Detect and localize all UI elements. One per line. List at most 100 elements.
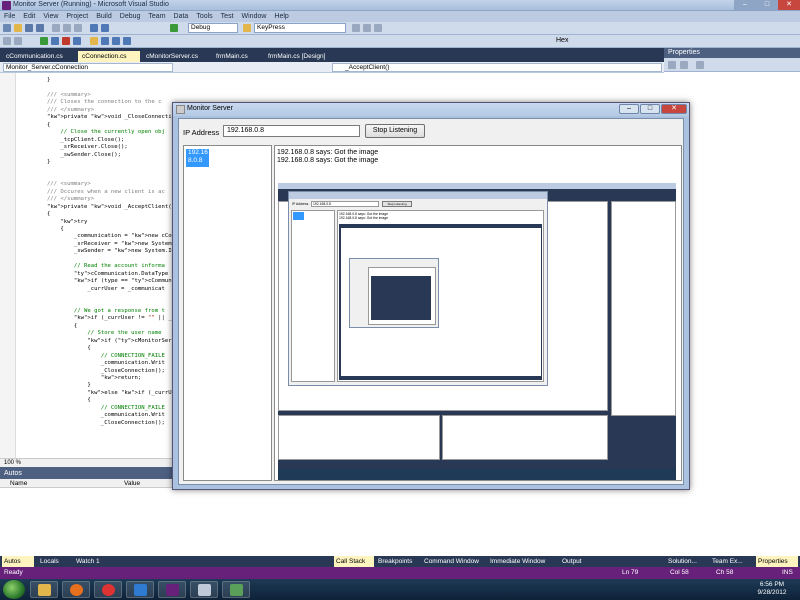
- ms-maximize-button[interactable]: □: [640, 104, 660, 114]
- properties-icon[interactable]: [374, 24, 382, 32]
- tab-autos[interactable]: Autos: [2, 556, 34, 567]
- menu-team[interactable]: Team: [144, 11, 169, 22]
- undo-icon[interactable]: [90, 24, 98, 32]
- taskbar-app-chrome[interactable]: [94, 581, 122, 598]
- client-list[interactable]: 192.16 8.0.8: [183, 145, 272, 481]
- nested-autos: [278, 415, 440, 460]
- nested-message: 192.168.0.8 says: Got the image: [339, 216, 389, 220]
- toolbar-icon-b[interactable]: [14, 37, 22, 45]
- alphabetical-icon[interactable]: [680, 61, 688, 69]
- menu-view[interactable]: View: [39, 11, 62, 22]
- nested-taskbar: [278, 469, 676, 480]
- save-all-icon[interactable]: [36, 24, 44, 32]
- autos-col-value[interactable]: Value: [124, 479, 140, 488]
- menu-data[interactable]: Data: [170, 11, 193, 22]
- tab-properties[interactable]: Properties: [756, 556, 798, 567]
- find-combo[interactable]: KeyPress: [254, 23, 346, 33]
- menu-test[interactable]: Test: [217, 11, 238, 22]
- stop-debugging-icon[interactable]: [62, 37, 70, 45]
- tab-cmonitorserver[interactable]: cMonitorServer.cs: [142, 51, 212, 62]
- tab-output[interactable]: Output: [560, 556, 592, 567]
- tab-ccommunication[interactable]: cCommunication.cs: [2, 51, 76, 62]
- ms-minimize-button[interactable]: –: [619, 104, 639, 114]
- menu-file[interactable]: File: [0, 11, 19, 22]
- taskbar-app-explorer[interactable]: [30, 581, 58, 598]
- code-line: _currUser = _communicat: [20, 285, 165, 292]
- code-line: "kw">try: [60, 218, 88, 225]
- taskbar-clock[interactable]: 6:56 PM 9/28/2012: [750, 581, 794, 597]
- ip-address-field[interactable]: 192.168.0.8: [223, 125, 360, 137]
- menu-debug[interactable]: Debug: [116, 11, 145, 22]
- stop-listening-button[interactable]: Stop Listening: [365, 124, 425, 138]
- type-combo[interactable]: Monitor_Server.cConnection: [3, 63, 173, 72]
- tab-immediate-window[interactable]: Immediate Window: [488, 556, 558, 567]
- restart-icon[interactable]: [73, 37, 81, 45]
- tool-window-tabs: Autos Locals Watch 1 Call Stack Breakpoi…: [0, 556, 800, 567]
- nested-client-item: [293, 212, 304, 220]
- find-in-files-icon[interactable]: [352, 24, 360, 32]
- menu-project[interactable]: Project: [62, 11, 92, 22]
- continue-icon[interactable]: [40, 37, 48, 45]
- member-combo[interactable]: _AcceptClient(): [332, 63, 662, 72]
- received-screenshot: IP Address 192.168.0.8 Stop Listening 19…: [278, 183, 676, 480]
- tab-call-stack[interactable]: Call Stack: [334, 556, 374, 567]
- tab-team-explorer[interactable]: Team Ex...: [710, 556, 754, 567]
- paste-icon[interactable]: [74, 24, 82, 32]
- client-list-item[interactable]: 192.16 8.0.8: [186, 149, 209, 167]
- code-line: "ty">cCommunication.DataType typ: [73, 270, 182, 277]
- close-button[interactable]: ✕: [778, 0, 800, 10]
- monitor-server-taskbar-icon: [198, 584, 211, 596]
- categorized-icon[interactable]: [668, 61, 676, 69]
- tab-command-window[interactable]: Command Window: [422, 556, 486, 567]
- cut-icon[interactable]: [52, 24, 60, 32]
- start-button[interactable]: [3, 580, 25, 599]
- taskbar-app-firefox[interactable]: [62, 581, 90, 598]
- tab-frmmain[interactable]: frmMain.cs: [212, 51, 262, 62]
- nested-monitor-window: IP Address 192.168.0.8 Stop Listening 19…: [288, 191, 548, 386]
- show-next-statement-icon[interactable]: [90, 37, 98, 45]
- taskbar-app-visual-studio[interactable]: [158, 581, 186, 598]
- message-line: 192.168.0.8 says: Got the image: [277, 157, 379, 164]
- taskbar-app-media[interactable]: [126, 581, 154, 598]
- menu-tools[interactable]: Tools: [192, 11, 216, 22]
- tab-solution-explorer[interactable]: Solution...: [666, 556, 708, 567]
- nested-ip-value: 192.168.0.8: [313, 202, 331, 206]
- hex-label[interactable]: Hex: [556, 37, 568, 44]
- maximize-button[interactable]: □: [756, 0, 778, 10]
- code-line: {: [20, 345, 91, 352]
- message-log[interactable]: 192.168.0.8 says: Got the image 192.168.…: [274, 145, 682, 481]
- save-icon[interactable]: [25, 24, 33, 32]
- toolbar-icon-a[interactable]: [3, 37, 11, 45]
- tab-watch-1[interactable]: Watch 1: [74, 556, 108, 567]
- open-folder-icon[interactable]: [14, 24, 22, 32]
- tab-breakpoints[interactable]: Breakpoints: [376, 556, 420, 567]
- menu-window[interactable]: Window: [238, 11, 271, 22]
- step-out-icon[interactable]: [123, 37, 131, 45]
- monitor-server-title-bar[interactable]: Monitor Server – □ ✕: [173, 103, 689, 116]
- new-project-icon[interactable]: [3, 24, 11, 32]
- tab-frmmain-design[interactable]: frmMain.cs [Design]: [264, 51, 336, 62]
- solution-explorer-icon[interactable]: [363, 24, 371, 32]
- solution-config-combo[interactable]: Debug: [188, 23, 238, 33]
- break-all-icon[interactable]: [51, 37, 59, 45]
- tab-locals[interactable]: Locals: [38, 556, 70, 567]
- property-pages-icon[interactable]: [696, 61, 704, 69]
- tab-cconnection[interactable]: cConnection.cs: [78, 51, 140, 62]
- redo-icon[interactable]: [101, 24, 109, 32]
- autos-col-name[interactable]: Name: [10, 479, 27, 488]
- taskbar-app-other[interactable]: [222, 581, 250, 598]
- code-line: /// </summary>: [20, 106, 95, 113]
- minimize-button[interactable]: –: [734, 0, 756, 10]
- app-icon: [176, 105, 185, 114]
- copy-icon[interactable]: [63, 24, 71, 32]
- ms-close-button[interactable]: ✕: [661, 104, 687, 114]
- visual-studio-taskbar-icon: [166, 584, 179, 596]
- step-over-icon[interactable]: [112, 37, 120, 45]
- start-debug-icon[interactable]: [170, 24, 178, 32]
- menu-edit[interactable]: Edit: [19, 11, 39, 22]
- code-line: /// Occures when a new client is ac: [20, 188, 165, 195]
- step-into-icon[interactable]: [101, 37, 109, 45]
- menu-build[interactable]: Build: [92, 11, 116, 22]
- menu-help[interactable]: Help: [270, 11, 292, 22]
- taskbar-app-monitor-server[interactable]: [190, 581, 218, 598]
